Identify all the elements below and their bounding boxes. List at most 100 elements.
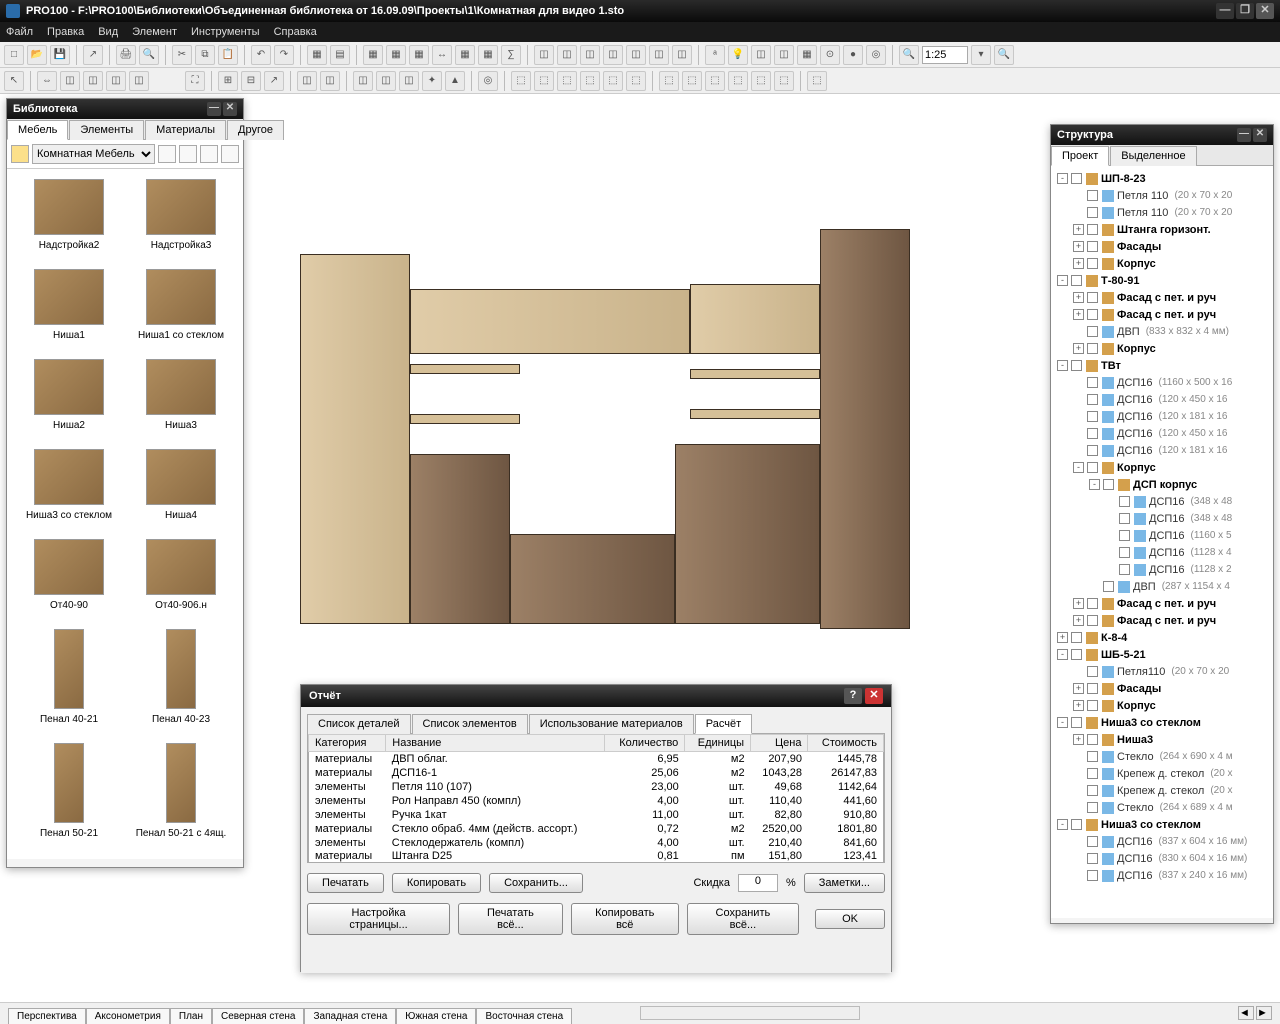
- zoom-input[interactable]: [922, 46, 968, 64]
- structure-min-icon[interactable]: —: [1237, 128, 1251, 142]
- a7-icon[interactable]: ▲: [445, 71, 465, 91]
- library-item[interactable]: Пенал 40-23: [129, 629, 233, 735]
- structure-tab-0[interactable]: Проект: [1051, 146, 1109, 166]
- checkbox[interactable]: [1087, 190, 1098, 201]
- view5-icon[interactable]: ▦: [455, 45, 475, 65]
- tree-node[interactable]: ДСП16(348 x 48: [1053, 493, 1271, 510]
- grid-icon[interactable]: ▦: [797, 45, 817, 65]
- expand-icon[interactable]: +: [1057, 632, 1068, 643]
- c2-icon[interactable]: ◫: [557, 45, 577, 65]
- checkbox[interactable]: [1087, 768, 1098, 779]
- magnet-icon[interactable]: ⊙: [820, 45, 840, 65]
- checkbox[interactable]: [1119, 547, 1130, 558]
- tree-node[interactable]: ДСП16(348 x 48: [1053, 510, 1271, 527]
- library-tab-2[interactable]: Материалы: [145, 120, 226, 140]
- target-icon[interactable]: ◎: [478, 71, 498, 91]
- expand-icon[interactable]: -: [1057, 360, 1068, 371]
- light-icon[interactable]: 💡: [728, 45, 748, 65]
- view4-icon[interactable]: ↔: [432, 45, 452, 65]
- open-icon[interactable]: 📂: [27, 45, 47, 65]
- g3-icon[interactable]: ⊟: [241, 71, 261, 91]
- library-item[interactable]: Ниша4: [129, 449, 233, 531]
- redo-icon[interactable]: ↷: [274, 45, 294, 65]
- tree-node[interactable]: +Фасад с пет. и руч: [1053, 612, 1271, 629]
- library-item[interactable]: Пенал 40-21: [17, 629, 121, 735]
- tree-node[interactable]: -ДСП корпус: [1053, 476, 1271, 493]
- a3-icon[interactable]: ◫: [353, 71, 373, 91]
- view-tab-1[interactable]: Аксонометрия: [86, 1008, 170, 1024]
- a2-icon[interactable]: ◫: [320, 71, 340, 91]
- menu-help[interactable]: Справка: [274, 26, 317, 38]
- checkbox[interactable]: [1103, 581, 1114, 592]
- checkbox[interactable]: [1119, 496, 1130, 507]
- d1-icon[interactable]: ◫: [751, 45, 771, 65]
- tree-node[interactable]: +Фасад с пет. и руч: [1053, 306, 1271, 323]
- checkbox[interactable]: [1071, 819, 1082, 830]
- checkbox[interactable]: [1087, 598, 1098, 609]
- expand-icon[interactable]: +: [1073, 343, 1084, 354]
- zoom-in-icon[interactable]: 🔍: [994, 45, 1014, 65]
- table-row[interactable]: элементыСтеклодержатель (компл)4,00шт.21…: [309, 836, 884, 850]
- menu-view[interactable]: Вид: [98, 26, 118, 38]
- checkbox[interactable]: [1087, 224, 1098, 235]
- new-icon[interactable]: □: [4, 45, 24, 65]
- expand-icon[interactable]: -: [1057, 819, 1068, 830]
- cut-icon[interactable]: ✂: [172, 45, 192, 65]
- checkbox[interactable]: [1071, 173, 1082, 184]
- checkbox[interactable]: [1087, 734, 1098, 745]
- expand-icon[interactable]: +: [1073, 700, 1084, 711]
- c1-icon[interactable]: ◫: [534, 45, 554, 65]
- g4-icon[interactable]: ↗: [264, 71, 284, 91]
- save-button[interactable]: Сохранить...: [489, 873, 583, 893]
- tree-node[interactable]: +Корпус: [1053, 340, 1271, 357]
- tree-node[interactable]: ДВП(833 x 832 x 4 мм): [1053, 323, 1271, 340]
- checkbox[interactable]: [1071, 717, 1082, 728]
- g2-icon[interactable]: ⊞: [218, 71, 238, 91]
- view2-icon[interactable]: ▦: [386, 45, 406, 65]
- tree-node[interactable]: ДСП16(837 x 604 x 16 мм): [1053, 833, 1271, 850]
- undo-icon[interactable]: ↶: [251, 45, 271, 65]
- preview-icon[interactable]: 🔍: [139, 45, 159, 65]
- tree-node[interactable]: ДСП16(120 x 181 x 16: [1053, 442, 1271, 459]
- close-button[interactable]: ✕: [1256, 3, 1274, 19]
- tree-node[interactable]: ДСП16(1128 x 2: [1053, 561, 1271, 578]
- minimize-button[interactable]: —: [1216, 3, 1234, 19]
- di6-icon[interactable]: ⬚: [774, 71, 794, 91]
- library-close-icon[interactable]: ✕: [223, 102, 237, 116]
- tree-node[interactable]: ДВП(287 x 1154 x 4: [1053, 578, 1271, 595]
- checkbox[interactable]: [1087, 309, 1098, 320]
- s4-icon[interactable]: ◫: [106, 71, 126, 91]
- print-button[interactable]: Печатать: [307, 873, 384, 893]
- paste-icon[interactable]: 📋: [218, 45, 238, 65]
- d4-icon[interactable]: ◎: [866, 45, 886, 65]
- tree-node[interactable]: -Ниша3 со стеклом: [1053, 816, 1271, 833]
- expand-icon[interactable]: -: [1057, 649, 1068, 660]
- library-item[interactable]: От40-90: [17, 539, 121, 621]
- checkbox[interactable]: [1087, 428, 1098, 439]
- checkbox[interactable]: [1071, 360, 1082, 371]
- view-tab-4[interactable]: Западная стена: [304, 1008, 396, 1024]
- table-row[interactable]: материалыДВП облаг.6,95м2207,901445,78: [309, 752, 884, 766]
- checkbox[interactable]: [1087, 666, 1098, 677]
- table-row[interactable]: материалыДСП16-125,06м21043,2826147,83: [309, 766, 884, 780]
- di1-icon[interactable]: ⬚: [659, 71, 679, 91]
- scroll-left-icon[interactable]: ◄: [1238, 1006, 1254, 1020]
- checkbox[interactable]: [1087, 615, 1098, 626]
- checkbox[interactable]: [1087, 207, 1098, 218]
- a5-icon[interactable]: ◫: [399, 71, 419, 91]
- al3-icon[interactable]: ⬚: [557, 71, 577, 91]
- checkbox[interactable]: [1087, 394, 1098, 405]
- checkbox[interactable]: [1087, 258, 1098, 269]
- di7-icon[interactable]: ⬚: [807, 71, 827, 91]
- save-all-button[interactable]: Сохранить всё...: [687, 903, 799, 935]
- checkbox[interactable]: [1119, 530, 1130, 541]
- library-item[interactable]: Ниша3: [129, 359, 233, 441]
- report-close-icon[interactable]: ✕: [865, 688, 883, 704]
- tree-node[interactable]: +Фасад с пет. и руч: [1053, 289, 1271, 306]
- expand-icon[interactable]: +: [1073, 241, 1084, 252]
- tree-node[interactable]: Стекло(264 x 689 x 4 м: [1053, 799, 1271, 816]
- expand-icon[interactable]: -: [1057, 717, 1068, 728]
- tree-node[interactable]: -Корпус: [1053, 459, 1271, 476]
- maximize-button[interactable]: ❐: [1236, 3, 1254, 19]
- tree-node[interactable]: Стекло(264 x 690 x 4 м: [1053, 748, 1271, 765]
